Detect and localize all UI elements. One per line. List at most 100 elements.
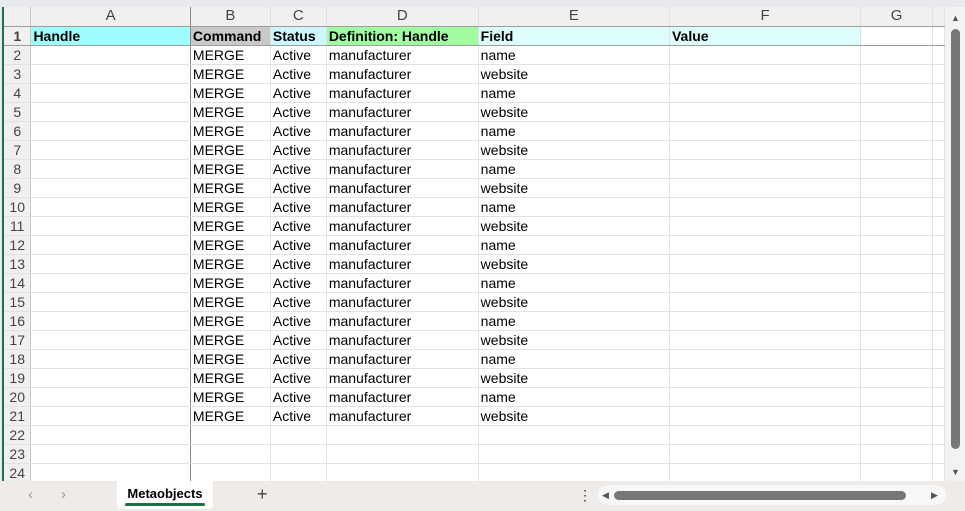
cell[interactable]	[860, 178, 933, 198]
cell[interactable]	[669, 425, 862, 445]
cell[interactable]	[669, 159, 862, 179]
cell[interactable]: MERGE	[190, 292, 271, 312]
cell[interactable]	[30, 387, 191, 407]
header-cell[interactable]	[860, 26, 933, 46]
cell[interactable]	[326, 425, 479, 445]
header-cell[interactable]: Definition: Handle	[326, 26, 479, 46]
horizontal-scroll-thumb[interactable]	[614, 491, 906, 500]
cell[interactable]: Active	[270, 406, 327, 426]
row-header[interactable]: 3	[4, 64, 32, 84]
row-header[interactable]: 16	[4, 311, 32, 331]
cell[interactable]	[270, 444, 327, 464]
cell[interactable]: website	[478, 102, 670, 122]
cell[interactable]	[669, 121, 862, 141]
horizontal-scrollbar[interactable]: ◀ ▶	[598, 485, 946, 505]
cell[interactable]: Active	[270, 64, 327, 84]
cell[interactable]: website	[478, 216, 670, 236]
cell[interactable]: Active	[270, 45, 327, 65]
cell[interactable]: MERGE	[190, 102, 271, 122]
cell[interactable]: MERGE	[190, 45, 271, 65]
cell[interactable]: manufacturer	[326, 121, 479, 141]
cell[interactable]: MERGE	[190, 273, 271, 293]
cell[interactable]	[30, 235, 191, 255]
cell[interactable]: Active	[270, 387, 327, 407]
cell[interactable]	[860, 311, 933, 331]
cell[interactable]	[190, 425, 271, 445]
cell[interactable]: MERGE	[190, 216, 271, 236]
cell[interactable]	[860, 45, 933, 65]
cell[interactable]: website	[478, 330, 670, 350]
cell[interactable]: name	[478, 273, 670, 293]
cell[interactable]: MERGE	[190, 178, 271, 198]
cell[interactable]: name	[478, 349, 670, 369]
cell[interactable]	[669, 311, 862, 331]
cell[interactable]	[30, 368, 191, 388]
header-cell[interactable]: Handle	[30, 26, 191, 46]
cell[interactable]: Active	[270, 273, 327, 293]
cell[interactable]: Active	[270, 197, 327, 217]
row-header[interactable]: 15	[4, 292, 32, 312]
cell[interactable]: MERGE	[190, 64, 271, 84]
cell[interactable]	[860, 444, 933, 464]
cell[interactable]: manufacturer	[326, 235, 479, 255]
cell[interactable]	[30, 273, 191, 293]
cell[interactable]: MERGE	[190, 254, 271, 274]
cell[interactable]: website	[478, 178, 670, 198]
scroll-up-icon[interactable]: ▲	[951, 13, 960, 23]
cell[interactable]: Active	[270, 178, 327, 198]
cell[interactable]: Active	[270, 140, 327, 160]
cell[interactable]: manufacturer	[326, 311, 479, 331]
cell[interactable]: manufacturer	[326, 330, 479, 350]
cell[interactable]: name	[478, 387, 670, 407]
cell[interactable]: manufacturer	[326, 292, 479, 312]
cell[interactable]: manufacturer	[326, 387, 479, 407]
cell[interactable]	[30, 406, 191, 426]
cell[interactable]	[860, 121, 933, 141]
cell[interactable]: Active	[270, 159, 327, 179]
cell[interactable]	[669, 140, 862, 160]
more-options-icon[interactable]: ⋮	[578, 487, 592, 504]
cell[interactable]: Active	[270, 121, 327, 141]
cell[interactable]	[30, 121, 191, 141]
row-header[interactable]: 10	[4, 197, 32, 217]
cell[interactable]: MERGE	[190, 406, 271, 426]
cell[interactable]	[669, 235, 862, 255]
row-header[interactable]: 7	[4, 140, 32, 160]
cell[interactable]	[30, 254, 191, 274]
cell[interactable]: MERGE	[190, 330, 271, 350]
cell[interactable]	[190, 444, 271, 464]
cell[interactable]	[860, 463, 933, 481]
row-header[interactable]: 17	[4, 330, 32, 350]
cell[interactable]	[30, 292, 191, 312]
cell[interactable]: MERGE	[190, 387, 271, 407]
cell[interactable]: website	[478, 254, 670, 274]
row-header[interactable]: 6	[4, 121, 32, 141]
cell[interactable]: Active	[270, 235, 327, 255]
header-cell[interactable]: Field	[478, 26, 670, 46]
cell[interactable]	[669, 368, 862, 388]
cell[interactable]: name	[478, 121, 670, 141]
column-header-D[interactable]: D	[326, 7, 479, 27]
row-header[interactable]: 22	[4, 425, 32, 445]
cell[interactable]: manufacturer	[326, 273, 479, 293]
add-sheet-button[interactable]: +	[257, 484, 268, 505]
cell[interactable]: name	[478, 197, 670, 217]
cell[interactable]: manufacturer	[326, 159, 479, 179]
scroll-right-icon[interactable]: ▶	[931, 490, 938, 501]
cell[interactable]	[669, 444, 862, 464]
cell[interactable]	[860, 387, 933, 407]
cell[interactable]: manufacturer	[326, 140, 479, 160]
cell[interactable]	[860, 330, 933, 350]
cell-table[interactable]: A B C D E F G 1 Handle Command Status Definition: H…	[4, 7, 945, 481]
cell[interactable]: manufacturer	[326, 64, 479, 84]
cell[interactable]: manufacturer	[326, 102, 479, 122]
cell[interactable]	[669, 463, 862, 481]
cell[interactable]	[860, 102, 933, 122]
cell[interactable]	[326, 463, 479, 481]
row-header[interactable]: 18	[4, 349, 32, 369]
cell[interactable]: Active	[270, 102, 327, 122]
cell[interactable]: website	[478, 292, 670, 312]
column-header-B[interactable]: B	[190, 7, 271, 27]
cell[interactable]	[669, 406, 862, 426]
cell[interactable]	[30, 159, 191, 179]
